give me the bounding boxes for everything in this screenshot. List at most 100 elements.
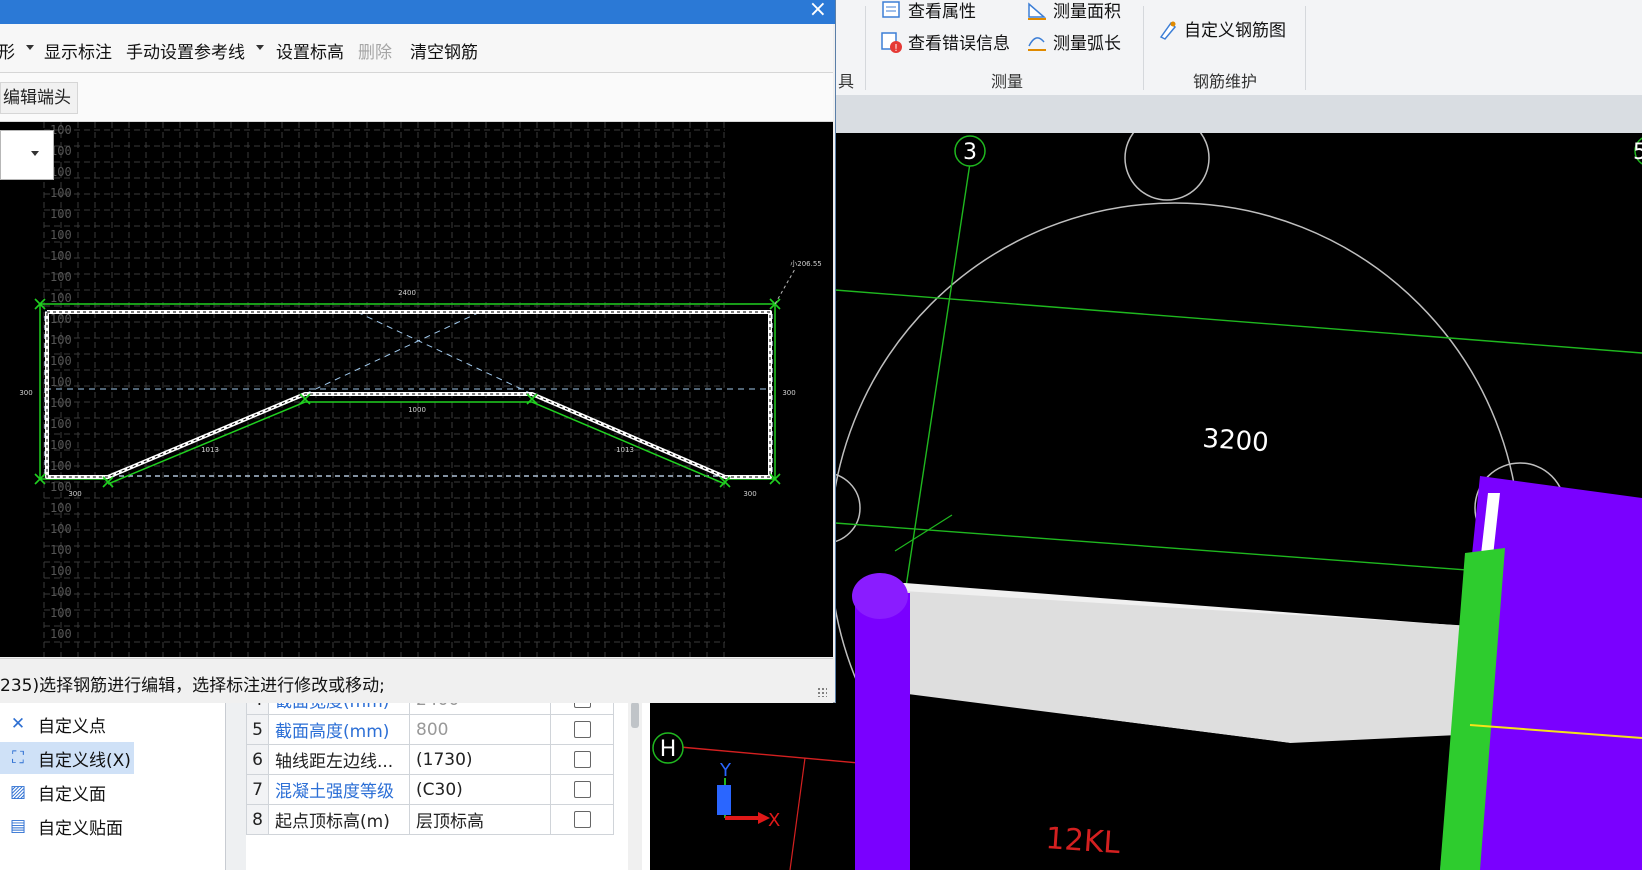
ribbon-separator [1305, 6, 1306, 90]
property-val[interactable]: 层顶标高 [409, 804, 551, 835]
ribbon-group-rebar: 钢筋维护 [1193, 72, 1258, 91]
measure-area-button[interactable]: 测量面积 [1026, 0, 1121, 22]
property-checkbox[interactable] [573, 811, 591, 828]
ribbon-separator [865, 6, 866, 90]
show-annotation-button[interactable]: 显示标注 [44, 38, 112, 63]
dialog-title-bar[interactable]: × [0, 0, 835, 24]
dimension-label-dim-top: 2400 [398, 289, 416, 297]
axis-label-h: H [660, 737, 677, 762]
view-errors-button[interactable]: ! 查看错误信息 [881, 29, 1010, 54]
property-val[interactable]: (C30) [409, 774, 551, 805]
column-top-cap [852, 573, 908, 619]
close-icon[interactable]: × [809, 0, 827, 23]
ribbon-group-measure: 测量 [991, 72, 1024, 91]
edit-end-button[interactable]: 编辑端头 [0, 82, 78, 114]
coord-x-label: X [768, 810, 780, 831]
sidebar-item-label: 自定义点 [38, 716, 106, 737]
property-num: 5 [246, 714, 269, 745]
coord-y-label: Y [719, 760, 732, 781]
grid-tick-label: 100 [50, 522, 72, 536]
sidebar-item-custom-face[interactable]: ▨ 自定义面 [0, 776, 106, 808]
grid-tick-label: 100 [50, 417, 72, 431]
axis-label-3: 3 [963, 140, 977, 165]
grid-tick-label: 100 [50, 375, 72, 389]
measure-area-icon [1026, 0, 1048, 20]
custom-rebar-icon [1157, 19, 1179, 40]
error-info-icon: ! [881, 31, 903, 54]
property-name: 混凝土强度等级 [268, 774, 410, 805]
panel-divider [226, 700, 246, 870]
property-name: 截面高度(mm) [268, 714, 410, 745]
properties-table: 4截面宽度(mm)24005截面高度(mm)8006轴线距左边线...(1730… [246, 684, 650, 870]
dimension-label-dim-slope-left: 1013 [201, 446, 219, 454]
grid-label-partial: 12KL [1044, 821, 1121, 861]
ribbon: 具 查看属性 ! 查看错误信息 测量面积 测量弧长 测量 自定义钢筋图 钢筋维护 [835, 0, 1642, 96]
set-elevation-button[interactable]: 设置标高 [276, 38, 344, 63]
grid-tick-label: 100 [50, 564, 72, 578]
property-num: 8 [246, 804, 269, 835]
property-checkbox[interactable] [573, 721, 591, 738]
table-row[interactable]: 7 混凝土强度等级 (C30) [246, 774, 614, 805]
view-properties-button[interactable]: 查看属性 [881, 0, 976, 22]
clear-rebar-button[interactable]: 清空钢筋 [410, 38, 478, 63]
grid-tick-label: 100 [50, 207, 72, 221]
property-val[interactable]: (1730) [409, 744, 551, 775]
custom-veneer-icon: ▤ [9, 816, 27, 836]
status-bar: 235)选择钢筋进行编辑，选择标注进行修改或移动; [0, 658, 833, 703]
grid-tick-label: 100 [50, 333, 72, 347]
grid-tick-label: 100 [50, 228, 72, 242]
chevron-down-icon[interactable] [26, 45, 34, 50]
dimension-label: 3200 [1202, 424, 1270, 459]
delete-button[interactable]: 删除 [358, 38, 392, 63]
measure-arc-label: 测量弧长 [1053, 34, 1121, 54]
axis-label-5: 5 [1633, 140, 1642, 165]
property-val[interactable]: 800 [409, 714, 551, 745]
rebar-drawing-canvas[interactable]: 100 100 100 100 100 100 100 100 100 100 100 100 100 1… [0, 122, 833, 657]
property-chk [550, 804, 614, 835]
property-checkbox[interactable] [573, 751, 591, 768]
property-chk [550, 774, 614, 805]
properties-icon [881, 0, 903, 20]
resize-grip-icon[interactable] [817, 687, 827, 697]
sidebar-item-custom-veneer[interactable]: ▤ 自定义贴面 [0, 810, 123, 842]
ribbon-group-tools-partial: 具 [838, 72, 855, 91]
manual-reference-line-button[interactable]: 手动设置参考线 [126, 38, 245, 63]
grid-tick-label: 100 [50, 291, 72, 305]
column-left [855, 593, 910, 870]
measure-arc-button[interactable]: 测量弧长 [1026, 29, 1121, 54]
dialog-toolbar: 形 显示标注 手动设置参考线 设置标高 删除 清空钢筋 [0, 24, 833, 73]
table-row[interactable]: 6 轴线距左边线... (1730) [246, 744, 614, 775]
rebar-shape-dashes [46, 311, 771, 478]
sidebar-item-label: 自定义面 [38, 784, 106, 805]
grid-tick-label: 100 [50, 249, 72, 263]
dimension-label-corner-note: 小206.55 [790, 259, 822, 268]
measure-area-label: 测量面积 [1053, 2, 1121, 22]
property-checkbox[interactable] [573, 781, 591, 798]
custom-rebar-label: 自定义钢筋图 [1184, 21, 1286, 41]
measure-arc-icon [1026, 32, 1048, 52]
chevron-down-icon[interactable] [256, 45, 264, 50]
property-name: 起点顶标高(m) [268, 804, 410, 835]
property-chk [550, 744, 614, 775]
sidebar-item-custom-point[interactable]: ✕ 自定义点 [0, 708, 106, 740]
chevron-down-icon[interactable] [31, 151, 39, 156]
table-row[interactable]: 5 截面高度(mm) 800 [246, 714, 614, 745]
reference-line [356, 311, 533, 395]
view-combo-box[interactable] [0, 130, 54, 180]
reference-line [304, 311, 481, 395]
grid-tick-label: 100 [50, 627, 72, 641]
shape-dropdown[interactable]: 形 [0, 38, 15, 63]
custom-rebar-diagram-button[interactable]: 自定义钢筋图 [1157, 16, 1286, 41]
svg-text:!: ! [894, 43, 898, 54]
properties-scrollbar-thumb[interactable] [631, 702, 639, 728]
table-row[interactable]: 8 起点顶标高(m) 层顶标高 [246, 804, 614, 835]
dimension-label-dim-slope-right: 1013 [616, 446, 634, 454]
dimension-label-dim-right: 300 [782, 389, 795, 397]
dimension-label-dim-mid: 1000 [408, 406, 426, 414]
dimension-label-dim-bottom-right: 300 [743, 490, 756, 498]
custom-point-icon: ✕ [10, 714, 26, 734]
grid-tick-label: 100 [50, 501, 72, 515]
grid-tick-label: 100 [50, 186, 72, 200]
sidebar-item-custom-line[interactable]: ⛶ 自定义线(X) [0, 742, 134, 774]
dimension-label-dim-bottom-left: 300 [68, 490, 81, 498]
